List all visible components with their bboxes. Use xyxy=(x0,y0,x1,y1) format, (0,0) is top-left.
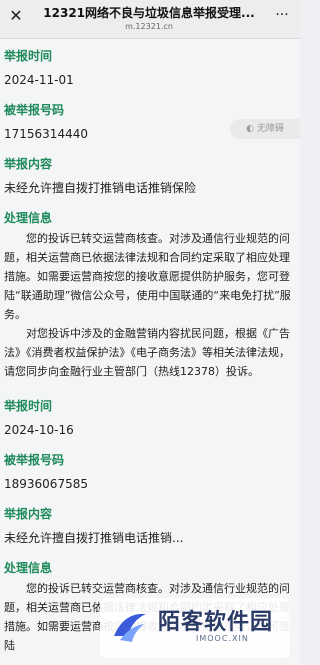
report-record: 举报时间 2024-11-01 被举报号码 17156314440 举报内容 未… xyxy=(0,45,300,381)
accessibility-icon: ◐ xyxy=(246,124,257,134)
close-icon[interactable]: ✕ xyxy=(8,8,24,24)
watermark: 陌客软件园 IMOOC.XIN xyxy=(100,598,290,658)
page-title: 12321网络不良与垃圾信息举报受理... xyxy=(43,6,255,20)
report-time-value: 2024-11-01 xyxy=(4,73,74,87)
accessibility-button[interactable]: ◐ 无障碍 xyxy=(230,119,300,139)
record-divider xyxy=(0,381,300,389)
report-time-label: 举报时间 xyxy=(4,49,53,63)
handling-info-paragraph: 对您投诉中涉及的金融营销内容扰民问题，根据《广告法》《消费者权益保护法》《电子商… xyxy=(4,327,290,378)
page-url: m.12321.cn xyxy=(125,22,173,31)
report-content-label: 举报内容 xyxy=(4,507,53,521)
accessibility-label: 无障碍 xyxy=(256,124,284,134)
handling-info-label: 处理信息 xyxy=(4,561,53,575)
reported-number-value: 18936067585 xyxy=(4,477,88,491)
report-content-label: 举报内容 xyxy=(4,157,53,171)
report-time-label: 举报时间 xyxy=(4,399,53,413)
handling-info-paragraph: 您的投诉已转交运营商核查。对涉及通信行业规范的问题，相关运营商已依据法律法规和合… xyxy=(4,232,291,321)
watermark-sub: IMOOC.XIN xyxy=(196,634,249,643)
report-content-value: 未经允许擅自拨打推销电话推销... xyxy=(4,531,184,545)
more-icon[interactable]: ··· xyxy=(272,8,292,24)
reported-number-label: 被举报号码 xyxy=(4,103,65,117)
brand-logo-icon xyxy=(114,613,146,642)
watermark-brand: 陌客软件园 xyxy=(158,609,274,635)
handling-info-label: 处理信息 xyxy=(4,211,53,225)
top-bar: ✕ 12321网络不良与垃圾信息举报受理... m.12321.cn ··· xyxy=(0,0,300,39)
reported-number-label: 被举报号码 xyxy=(4,453,65,467)
report-time-value: 2024-10-16 xyxy=(4,423,74,437)
report-content-value: 未经允许擅自拨打推销电话推销保险 xyxy=(4,181,197,195)
